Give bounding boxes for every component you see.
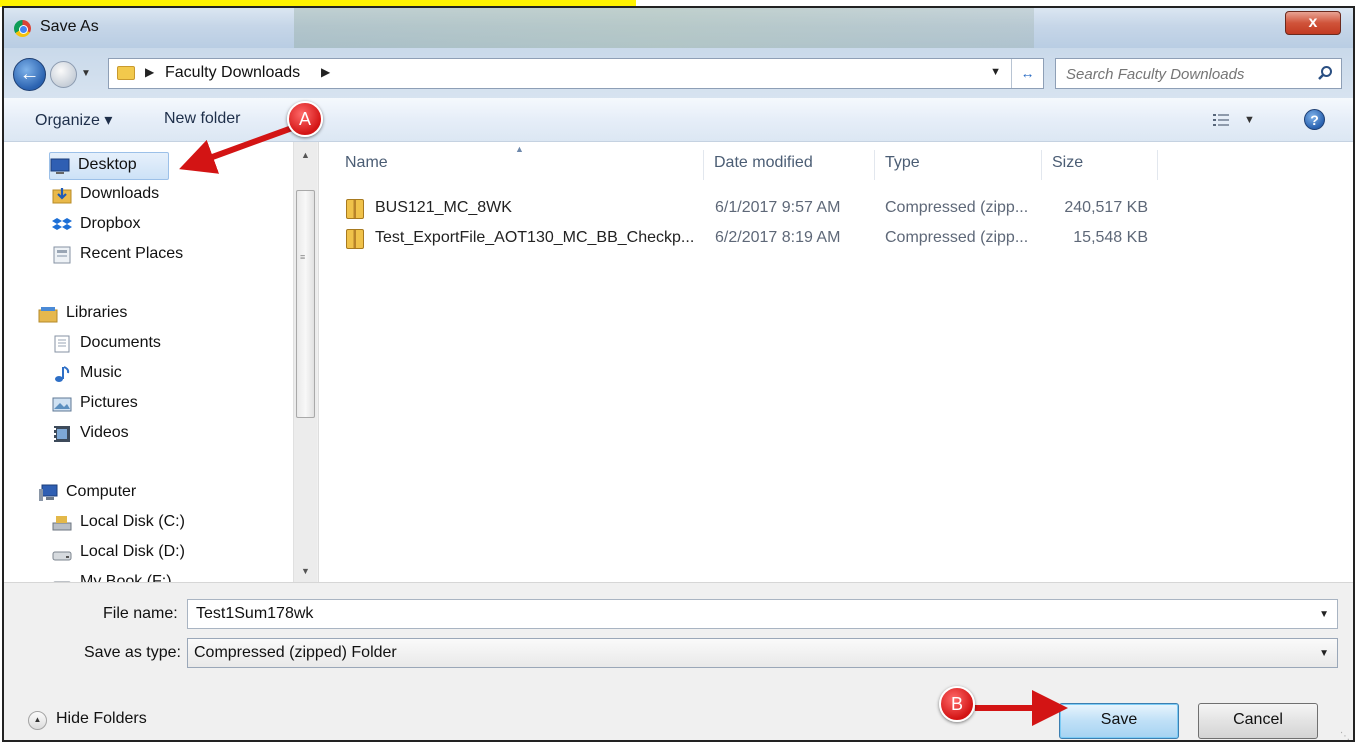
column-divider[interactable] xyxy=(1157,150,1158,180)
file-row[interactable]: BUS121_MC_8WK 6/1/2017 9:57 AM Compresse… xyxy=(341,196,1331,224)
file-type: Compressed (zipp... xyxy=(885,199,1029,216)
pictures-icon xyxy=(52,397,72,412)
window-title: Save As xyxy=(40,18,99,35)
command-toolbar: Organize ▾ New folder ▼ ? xyxy=(4,98,1353,142)
nav-item-label: Documents xyxy=(80,334,161,351)
organize-menu[interactable]: Organize ▾ xyxy=(35,110,112,130)
file-date: 6/1/2017 9:57 AM xyxy=(715,199,841,216)
local-disk-icon xyxy=(52,516,72,531)
libraries-icon xyxy=(38,307,58,323)
desktop-icon xyxy=(50,158,70,174)
chevron-down-icon[interactable]: ▼ xyxy=(1319,648,1329,659)
file-size: 240,517 KB xyxy=(1064,199,1148,216)
scroll-thumb[interactable] xyxy=(296,190,315,418)
downloads-icon xyxy=(52,188,72,204)
nav-item-label: Local Disk (D:) xyxy=(80,543,185,560)
file-name: BUS121_MC_8WK xyxy=(375,199,512,216)
navigation-row: ← ▼ ▶ Faculty Downloads ▶ ▼ ↔ xyxy=(4,48,1353,98)
refresh-icon[interactable]: ↔ xyxy=(1011,59,1043,88)
navigation-pane: Desktop Downloads Dropbox Recent Places … xyxy=(4,142,293,582)
file-date: 6/2/2017 8:19 AM xyxy=(715,229,841,246)
chrome-icon xyxy=(14,20,31,37)
dropbox-icon xyxy=(52,218,72,230)
column-divider[interactable] xyxy=(703,150,704,180)
file-name-input[interactable] xyxy=(196,604,1296,624)
file-name-field[interactable]: ▼ xyxy=(187,599,1338,629)
column-divider[interactable] xyxy=(1041,150,1042,180)
computer-icon xyxy=(39,484,58,501)
save-button[interactable]: Save xyxy=(1059,703,1179,739)
zip-folder-icon xyxy=(346,199,364,219)
file-row[interactable]: Test_ExportFile_AOT130_MC_BB_Checkp... 6… xyxy=(341,226,1331,254)
hide-folders-label: Hide Folders xyxy=(56,710,147,727)
folder-icon xyxy=(117,66,135,80)
music-icon xyxy=(55,366,70,382)
zip-folder-icon xyxy=(346,229,364,249)
breadcrumb-faculty-downloads[interactable]: Faculty Downloads xyxy=(165,64,300,82)
recent-places-icon xyxy=(53,246,71,264)
nav-item-label: Music xyxy=(80,364,122,381)
nav-item-label: My Book (F:) xyxy=(80,573,172,582)
cancel-button[interactable]: Cancel xyxy=(1198,703,1318,739)
scroll-grip-icon: ≡ xyxy=(300,252,306,262)
search-box[interactable] xyxy=(1055,58,1342,89)
view-options-dropdown-icon[interactable]: ▼ xyxy=(1244,114,1255,126)
nav-item-label: Desktop xyxy=(78,156,137,173)
nav-item-label: Local Disk (C:) xyxy=(80,513,185,530)
breadcrumb-chevron-icon[interactable]: ▶ xyxy=(321,65,330,79)
recent-pages-dropdown-icon[interactable]: ▼ xyxy=(81,68,91,79)
annotation-marker-a: A xyxy=(287,101,323,137)
scroll-down-icon[interactable]: ▼ xyxy=(301,566,310,576)
column-header-size[interactable]: Size xyxy=(1052,154,1083,172)
search-icon[interactable] xyxy=(1317,65,1333,81)
new-folder-button[interactable]: New folder xyxy=(164,110,240,128)
collapse-up-icon[interactable]: ▲ xyxy=(28,711,47,730)
nav-item-label: Downloads xyxy=(80,185,160,202)
address-dropdown-icon[interactable]: ▼ xyxy=(990,66,1001,78)
nav-item-label: Pictures xyxy=(80,394,138,411)
nav-item-label: Dropbox xyxy=(80,215,141,232)
scroll-up-icon[interactable]: ▲ xyxy=(301,150,310,160)
file-size: 15,548 KB xyxy=(1073,229,1148,246)
annotation-marker-b: B xyxy=(939,686,975,722)
close-button[interactable]: x xyxy=(1285,11,1341,35)
title-bar[interactable]: Save As x xyxy=(4,8,1353,98)
help-icon[interactable]: ? xyxy=(1304,109,1325,130)
nav-item-label: Computer xyxy=(66,483,137,500)
navigation-scrollbar[interactable]: ▲ ≡ ▼ xyxy=(293,142,317,582)
column-header-name[interactable]: Name xyxy=(345,154,388,172)
save-as-type-select[interactable]: Compressed (zipped) Folder ▼ xyxy=(187,638,1338,668)
nav-item-label: Libraries xyxy=(66,304,128,321)
documents-icon xyxy=(54,335,70,353)
hard-drive-icon xyxy=(52,551,72,561)
file-name: Test_ExportFile_AOT130_MC_BB_Checkp... xyxy=(375,229,695,246)
file-list: ▲ Name Date modified Type Size BUS121_MC… xyxy=(318,142,1353,582)
nav-item-label: Videos xyxy=(80,424,129,441)
nav-item-label: Recent Places xyxy=(80,245,184,262)
column-header-type[interactable]: Type xyxy=(885,154,920,172)
column-divider[interactable] xyxy=(874,150,875,180)
column-header-date-modified[interactable]: Date modified xyxy=(714,154,813,172)
hard-drive-icon xyxy=(53,581,71,582)
breadcrumb-separator-icon[interactable]: ▶ xyxy=(145,65,154,79)
address-bar[interactable]: ▶ Faculty Downloads ▶ ▼ ↔ xyxy=(108,58,1044,89)
save-as-type-label: Save as type: xyxy=(84,644,181,661)
file-name-label: File name: xyxy=(103,605,178,622)
forward-arrow-icon[interactable] xyxy=(50,61,77,88)
save-as-type-value: Compressed (zipped) Folder xyxy=(194,644,397,661)
videos-icon xyxy=(54,426,70,442)
file-name-dropdown-icon[interactable]: ▼ xyxy=(1319,609,1329,620)
nav-item-desktop[interactable]: Desktop xyxy=(49,152,169,180)
resize-grip-icon[interactable]: ⋱ xyxy=(1340,731,1350,740)
file-type: Compressed (zipp... xyxy=(885,229,1029,246)
change-view-icon[interactable] xyxy=(1213,113,1229,127)
back-arrow-icon[interactable]: ← xyxy=(13,58,46,91)
sort-ascending-icon: ▲ xyxy=(515,144,524,154)
save-form: File name: ▼ Save as type: Compressed (z… xyxy=(4,582,1353,740)
search-input[interactable] xyxy=(1066,63,1306,85)
save-as-dialog: Save As x ← ▼ ▶ Faculty Downloads ▶ ▼ ↔ … xyxy=(2,6,1355,742)
